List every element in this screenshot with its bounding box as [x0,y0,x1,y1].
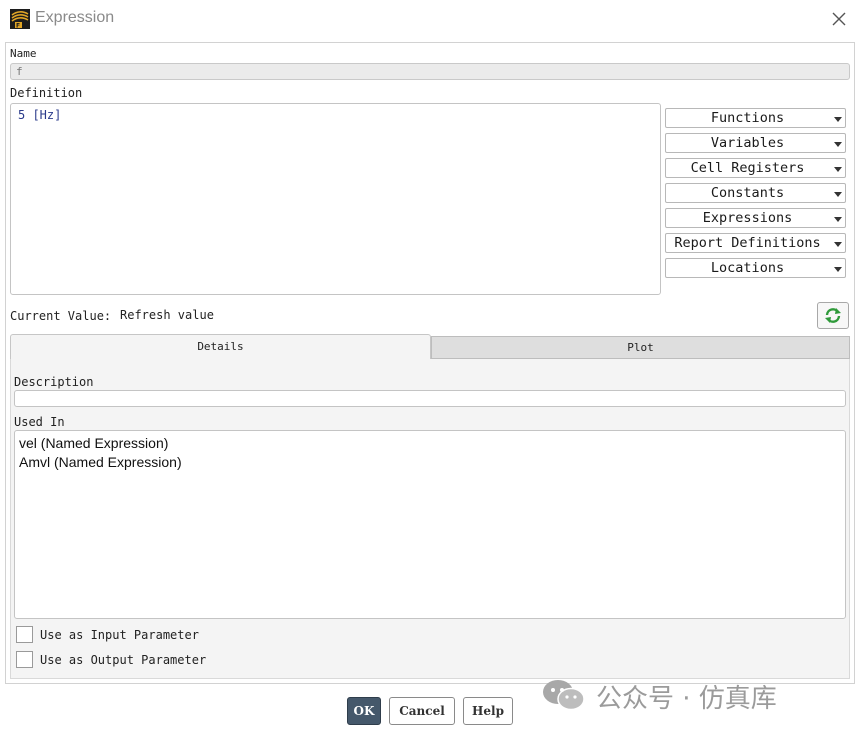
constants-dropdown-label: Constants [710,185,785,201]
list-item[interactable]: vel (Named Expression) [19,434,841,453]
chevron-down-icon [834,267,842,272]
used-in-list[interactable]: vel (Named Expression) Amvl (Named Expre… [14,430,846,619]
cell-registers-dropdown[interactable]: Cell Registers [665,158,846,178]
input-parameter-label: Use as Input Parameter [40,628,199,642]
output-parameter-label: Use as Output Parameter [40,653,207,667]
report-definitions-dropdown-label: Report Definitions [674,235,821,251]
watermark: 公众号 · 仿真库 [540,676,777,714]
cancel-button[interactable]: Cancel [389,697,455,725]
locations-dropdown[interactable]: Locations [665,258,846,278]
functions-dropdown-label: Functions [710,110,785,126]
name-label: Name [10,47,37,60]
constants-dropdown[interactable]: Constants [665,183,846,203]
definition-label: Definition [10,86,83,100]
variables-dropdown-label: Variables [710,135,785,151]
wechat-icon [543,680,585,711]
functions-dropdown[interactable]: Functions [665,108,846,128]
list-item[interactable]: Amvl (Named Expression) [19,453,841,472]
definition-editor[interactable]: 5 [Hz] [10,103,661,295]
expressions-dropdown[interactable]: Expressions [665,208,846,228]
name-field[interactable]: f [10,63,850,80]
refresh-button[interactable] [817,302,849,329]
used-in-label: Used In [14,415,65,429]
fluent-app-icon: F [10,9,30,29]
chevron-down-icon [834,217,842,222]
tab-details[interactable]: Details [10,334,431,359]
chevron-down-icon [834,117,842,122]
refresh-icon [825,308,841,323]
chevron-down-icon [834,142,842,147]
description-label: Description [14,375,94,389]
variables-dropdown[interactable]: Variables [665,133,846,153]
input-parameter-checkbox[interactable] [16,626,33,643]
expressions-dropdown-label: Expressions [702,210,793,226]
description-field[interactable] [14,390,846,407]
tab-plot[interactable]: Plot [431,336,850,359]
title-bar: F Expression [0,0,860,40]
chevron-down-icon [834,192,842,197]
help-button[interactable]: Help [463,697,513,725]
current-value-label: Current Value: [10,309,112,323]
svg-text:F: F [16,23,20,30]
chevron-down-icon [834,167,842,172]
watermark-text: 公众号 · 仿真库 [596,684,777,714]
current-value-text: Refresh value [120,308,214,322]
window-title: Expression [35,9,115,26]
cell-registers-dropdown-label: Cell Registers [690,160,805,176]
chevron-down-icon [834,242,842,247]
report-definitions-dropdown[interactable]: Report Definitions [665,233,846,253]
output-parameter-checkbox[interactable] [16,651,33,668]
ok-button[interactable]: OK [347,697,381,725]
close-icon[interactable] [826,6,852,32]
locations-dropdown-label: Locations [710,260,785,276]
